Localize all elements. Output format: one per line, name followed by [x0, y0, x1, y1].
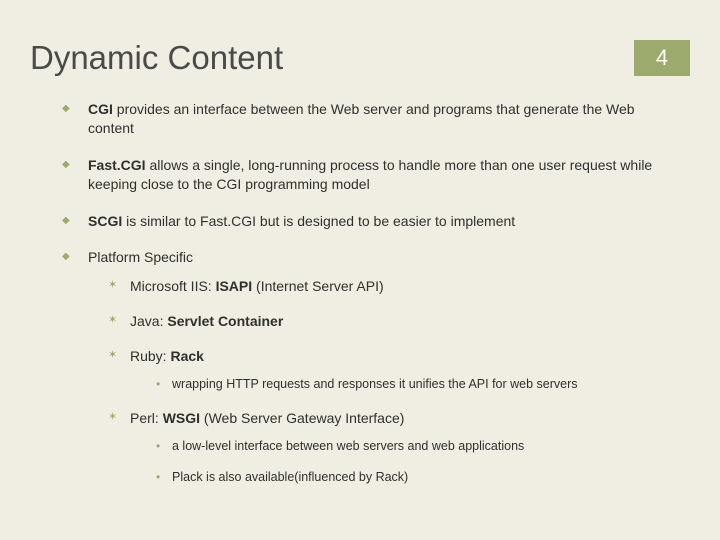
sub-sub-list: a low-level interface between web server…	[152, 438, 680, 486]
title-bar: Dynamic Content 4	[30, 40, 690, 76]
subsub-text: a low-level interface between web server…	[172, 439, 524, 453]
bullet-text: provides an interface between the Web se…	[88, 101, 635, 136]
sub-pre: Microsoft IIS:	[130, 278, 216, 294]
list-item: a low-level interface between web server…	[152, 438, 680, 455]
bullet-lead: Fast.CGI	[88, 157, 146, 173]
subsub-text: Plack is also available(influenced by Ra…	[172, 470, 408, 484]
bullet-text: Platform Specific	[88, 249, 193, 265]
sub-bold: ISAPI	[216, 278, 253, 294]
sub-pre: Perl:	[130, 410, 163, 426]
list-item: Plack is also available(influenced by Ra…	[152, 469, 680, 486]
bullet-text: allows a single, long-running process to…	[88, 157, 652, 192]
sub-bold: Rack	[170, 348, 203, 364]
sub-list: Microsoft IIS: ISAPI (Internet Server AP…	[106, 277, 680, 485]
sub-bold: WSGI	[163, 410, 200, 426]
list-item: CGI provides an interface between the We…	[60, 100, 680, 138]
list-item: SCGI is similar to Fast.CGI but is desig…	[60, 212, 680, 231]
list-item: Microsoft IIS: ISAPI (Internet Server AP…	[106, 277, 680, 296]
list-item: Java: Servlet Container	[106, 312, 680, 331]
bullet-text: is similar to Fast.CGI but is designed t…	[122, 213, 515, 229]
sub-sub-list: wrapping HTTP requests and responses it …	[152, 376, 680, 393]
slide-title: Dynamic Content	[30, 40, 634, 76]
bullet-list: CGI provides an interface between the We…	[60, 100, 680, 486]
sub-post: (Internet Server API)	[252, 278, 384, 294]
bullet-lead: CGI	[88, 101, 113, 117]
bullet-lead: SCGI	[88, 213, 122, 229]
list-item: Fast.CGI allows a single, long-running p…	[60, 156, 680, 194]
content-area: CGI provides an interface between the We…	[60, 100, 680, 504]
page-number-badge: 4	[634, 40, 690, 76]
subsub-text: wrapping HTTP requests and responses it …	[172, 377, 578, 391]
list-item: Ruby: Rack wrapping HTTP requests and re…	[106, 347, 680, 393]
sub-bold: Servlet Container	[167, 313, 283, 329]
sub-post: (Web Server Gateway Interface)	[200, 410, 404, 426]
list-item: Platform Specific Microsoft IIS: ISAPI (…	[60, 248, 680, 485]
list-item: wrapping HTTP requests and responses it …	[152, 376, 680, 393]
sub-pre: Java:	[130, 313, 167, 329]
sub-pre: Ruby:	[130, 348, 170, 364]
list-item: Perl: WSGI (Web Server Gateway Interface…	[106, 409, 680, 486]
slide: Dynamic Content 4 CGI provides an interf…	[0, 0, 720, 540]
